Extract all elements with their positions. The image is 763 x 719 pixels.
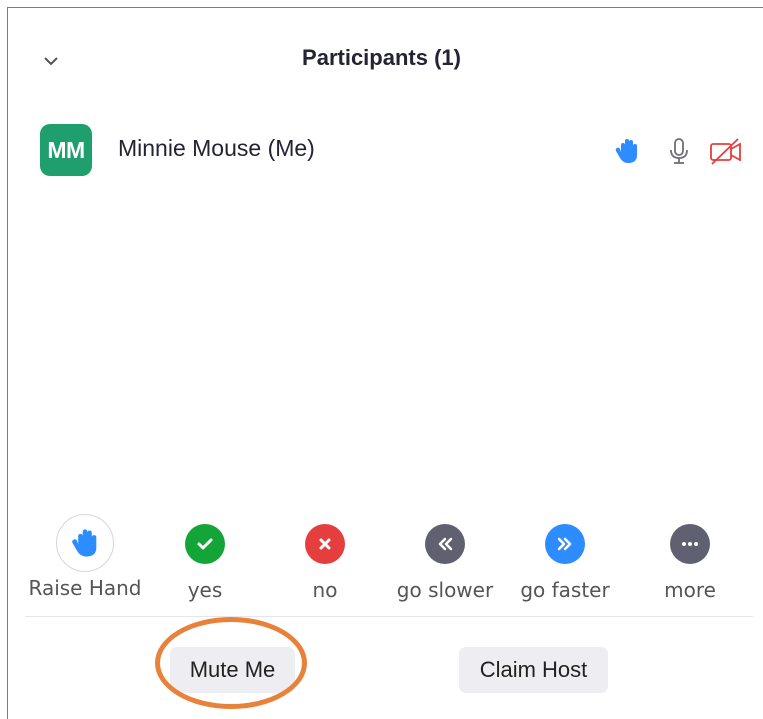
participants-panel <box>7 7 763 719</box>
divider <box>25 616 753 617</box>
raise-hand-button[interactable]: Raise Hand <box>25 514 145 600</box>
go-faster-label: go faster <box>520 578 610 602</box>
page-title: Participants (1) <box>302 45 461 70</box>
x-icon <box>305 524 345 564</box>
rewind-icon <box>425 524 465 564</box>
ellipsis-icon <box>670 524 710 564</box>
yes-button[interactable]: yes <box>145 514 265 602</box>
go-faster-button[interactable]: go faster <box>505 514 625 602</box>
participant-name: Minnie Mouse (Me) <box>118 135 315 161</box>
no-label: no <box>312 578 338 602</box>
more-button[interactable]: more <box>630 514 750 602</box>
raised-hand-icon <box>615 139 637 163</box>
raise-hand-label: Raise Hand <box>28 576 142 600</box>
microphone-icon[interactable] <box>664 136 694 166</box>
fast-forward-icon <box>545 524 585 564</box>
checkmark-icon <box>185 524 225 564</box>
raise-hand-icon <box>56 514 114 572</box>
go-slower-label: go slower <box>396 578 494 602</box>
claim-host-button[interactable]: Claim Host <box>459 647 608 693</box>
more-label: more <box>664 578 716 602</box>
video-off-icon[interactable] <box>708 136 744 166</box>
reactions-bar: Raise Hand yes no go slower go faster mo… <box>0 514 763 604</box>
mute-me-button[interactable]: Mute Me <box>170 647 295 693</box>
participant-row[interactable]: MM Minnie Mouse (Me) <box>40 124 750 176</box>
avatar: MM <box>40 124 92 176</box>
yes-label: yes <box>187 578 223 602</box>
go-slower-button[interactable]: go slower <box>385 514 505 602</box>
no-button[interactable]: no <box>265 514 385 602</box>
